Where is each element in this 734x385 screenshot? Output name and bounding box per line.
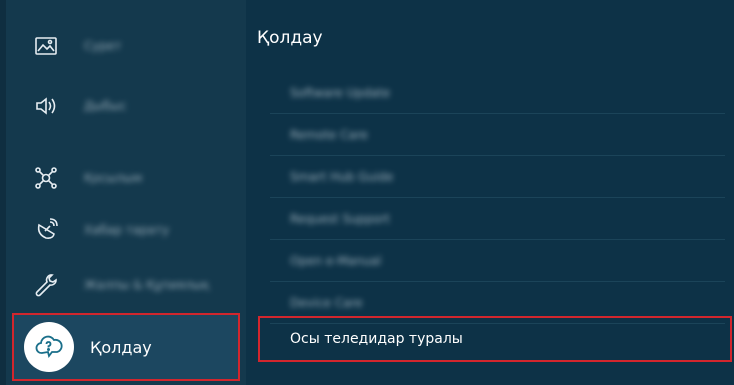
menu-item-smart-hub-guide[interactable]: Smart Hub Guide — [270, 156, 725, 198]
picture-icon — [28, 28, 64, 64]
sidebar-item-label: Хабар тарату — [84, 223, 170, 237]
wrench-icon — [28, 267, 64, 303]
menu-item-e-manual[interactable]: Open e-Manual — [270, 240, 725, 282]
menu-item-label: Request Support — [290, 211, 390, 226]
support-cloud-icon — [24, 322, 74, 372]
sidebar: Сурет Дыбыс Қосылым Хабар тарату Жалпы &… — [0, 0, 246, 385]
menu-item-remote-care[interactable]: Remote Care — [270, 114, 725, 156]
panel-title: Қолдау — [257, 28, 323, 48]
sound-icon — [28, 88, 64, 124]
menu-item-label: Device Care — [290, 295, 363, 310]
connection-icon — [28, 160, 64, 196]
sidebar-item-label: Сурет — [84, 39, 122, 53]
menu-item-label: Software Update — [290, 85, 391, 100]
menu-item-software-update[interactable]: Software Update — [270, 72, 725, 114]
sidebar-item-support[interactable]: Қолдау — [12, 313, 240, 381]
sidebar-item-label: Қолдау — [90, 337, 152, 357]
menu-item-label: Осы теледидар туралы — [290, 331, 463, 347]
menu-item-label: Open e-Manual — [290, 253, 382, 268]
menu-item-about-tv[interactable]: Осы теледидар туралы — [258, 316, 732, 362]
menu-item-label: Smart Hub Guide — [290, 169, 394, 184]
sidebar-item-picture[interactable]: Сурет — [12, 16, 240, 76]
broadcast-icon — [28, 212, 64, 248]
sidebar-item-general[interactable]: Жалпы & Құпиялық — [12, 255, 240, 315]
sidebar-item-label: Қосылым — [84, 171, 143, 185]
menu-item-label: Remote Care — [290, 127, 368, 142]
sidebar-item-sound[interactable]: Дыбыс — [12, 76, 240, 136]
support-menu: Software Update Remote Care Smart Hub Gu… — [270, 72, 725, 324]
sidebar-item-connection[interactable]: Қосылым — [12, 148, 240, 208]
sidebar-item-label: Жалпы & Құпиялық — [84, 278, 210, 292]
menu-item-request-support[interactable]: Request Support — [270, 198, 725, 240]
sidebar-item-label: Дыбыс — [84, 99, 127, 113]
sidebar-item-broadcast[interactable]: Хабар тарату — [12, 200, 240, 260]
